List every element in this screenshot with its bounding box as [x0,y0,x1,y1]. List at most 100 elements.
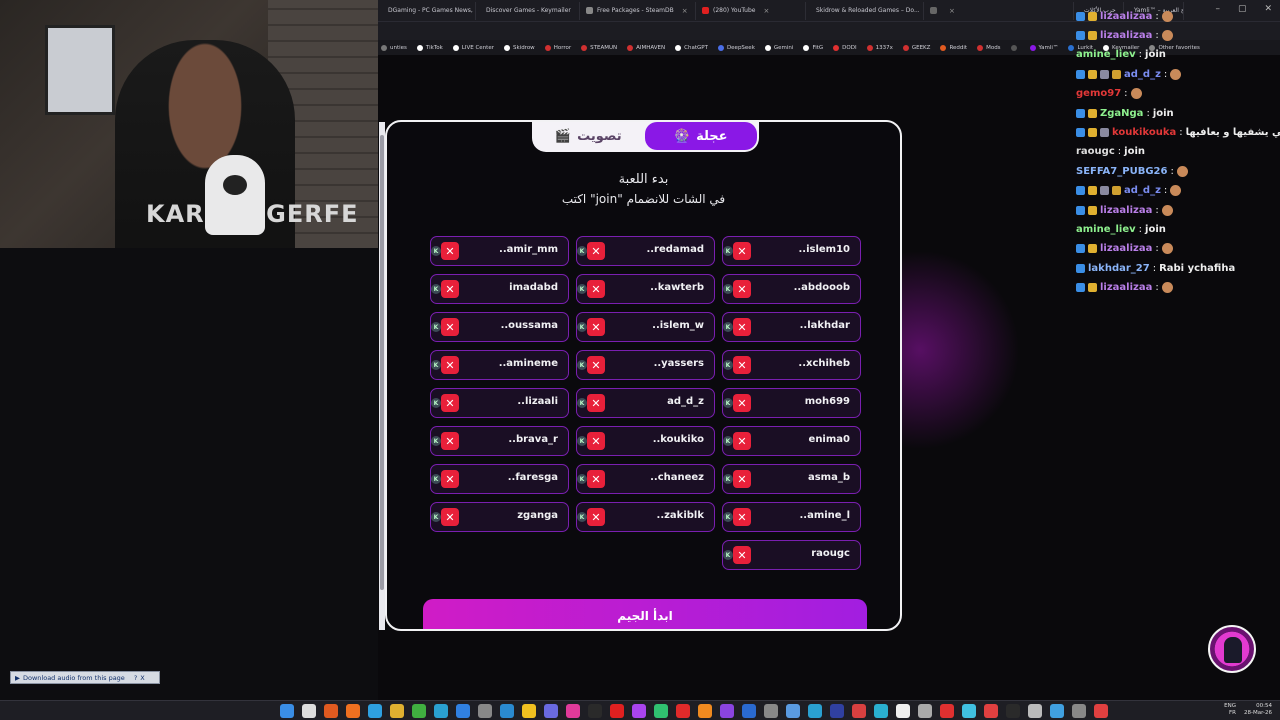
taskbar-app-icon[interactable] [896,704,910,718]
chat-username[interactable]: lakhdar_27 [1088,263,1150,274]
remove-player-button[interactable]: ✕ [587,508,605,526]
taskbar-app-icon[interactable] [1072,704,1086,718]
chat-username[interactable]: lizaalizaa [1100,30,1152,41]
browser-tab[interactable]: (280) YouTube × [696,1,806,20]
chat-username[interactable]: lizaalizaa [1100,205,1152,216]
remove-player-button[interactable]: ✕ [733,356,751,374]
taskbar-app-icon[interactable] [346,704,360,718]
remove-player-button[interactable]: ✕ [587,280,605,298]
browser-tab[interactable]: × [924,1,1074,20]
taskbar-app-icon[interactable] [324,704,338,718]
taskbar-app-icon[interactable] [852,704,866,718]
start-game-button[interactable]: ابدأ الجيم [423,599,867,629]
browser-tab[interactable]: DGaming - PC Games News, S...× [378,1,476,20]
chat-username[interactable]: amine_liev [1076,49,1136,60]
remove-player-button[interactable]: ✕ [733,280,751,298]
taskbar-app-icon[interactable] [1006,704,1020,718]
chat-username[interactable]: raougc [1076,146,1115,157]
taskbar-app-icon[interactable] [632,704,646,718]
taskbar-app-icon[interactable] [830,704,844,718]
taskbar-app-icon[interactable] [874,704,888,718]
bookmark-item[interactable]: Reddit [940,44,967,51]
remove-player-button[interactable]: ✕ [441,432,459,450]
tab-close-icon[interactable]: × [949,7,955,15]
bookmark-item[interactable]: AIMHAVEN [627,44,665,51]
taskbar-app-icon[interactable] [390,704,404,718]
tab-close-icon[interactable]: × [763,7,769,15]
taskbar-app-icon[interactable] [654,704,668,718]
bookmark-item[interactable]: Gemini [764,44,793,51]
taskbar-app-icon[interactable] [808,704,822,718]
taskbar-app-icon[interactable] [368,704,382,718]
taskbar-app-icon[interactable] [500,704,514,718]
taskbar-app-icon[interactable] [962,704,976,718]
taskbar-app-icon[interactable] [1050,704,1064,718]
bookmark-item[interactable]: Horror [544,44,571,51]
taskbar-app-icon[interactable] [742,704,756,718]
chat-username[interactable]: SEFFA7_PUBG26 [1076,166,1167,177]
remove-player-button[interactable]: ✕ [587,356,605,374]
chat-username[interactable]: ad_d_z [1124,69,1161,80]
remove-player-button[interactable]: ✕ [441,470,459,488]
bookmark-item[interactable]: LIVE Center [452,44,494,51]
browser-tab[interactable]: Skidrow & Reloaded Games – Do...× [806,1,924,20]
remove-player-button[interactable]: ✕ [441,318,459,336]
taskbar-app-icon[interactable] [764,704,778,718]
chat-username[interactable]: ad_d_z [1124,185,1161,196]
download-audio-bar[interactable]: ▶ Download audio from this page ? X [10,671,160,684]
browser-tab[interactable]: Free Packages - SteamDB × [580,1,696,20]
remove-player-button[interactable]: ✕ [441,508,459,526]
chat-username[interactable]: ZgaNga [1100,108,1143,119]
tab-vote[interactable]: 🎬 تصويت [532,122,645,150]
scrollbar-thumb[interactable] [380,135,384,590]
taskbar-app-icon[interactable] [412,704,426,718]
taskbar-app-icon[interactable] [720,704,734,718]
taskbar-app-icon[interactable] [786,704,800,718]
taskbar-app-icon[interactable] [456,704,470,718]
remove-player-button[interactable]: ✕ [733,508,751,526]
bookmark-item[interactable] [1010,44,1020,51]
bookmark-item[interactable]: Yamli™ [1029,44,1058,51]
browser-tab[interactable]: Discover Games - Keymailer× [476,1,580,20]
remove-player-button[interactable]: ✕ [733,470,751,488]
bookmark-item[interactable]: DeepSeek [717,44,755,51]
taskbar-app-icon[interactable] [1094,704,1108,718]
remove-player-button[interactable]: ✕ [733,394,751,412]
chat-username[interactable]: gemo97 [1076,88,1121,99]
remove-player-button[interactable]: ✕ [587,470,605,488]
taskbar-app-icon[interactable] [280,704,294,718]
remove-player-button[interactable]: ✕ [733,432,751,450]
taskbar-app-icon[interactable] [940,704,954,718]
taskbar-app-icon[interactable] [698,704,712,718]
remove-player-button[interactable]: ✕ [587,432,605,450]
remove-player-button[interactable]: ✕ [733,318,751,336]
remove-player-button[interactable]: ✕ [441,394,459,412]
bookmark-item[interactable]: STEAMUN [581,44,617,51]
bookmark-item[interactable]: 1337x [866,44,893,51]
taskbar-app-icon[interactable] [302,704,316,718]
taskbar-app-icon[interactable] [588,704,602,718]
taskbar-app-icon[interactable] [984,704,998,718]
taskbar-app-icon[interactable] [522,704,536,718]
taskbar-app-icon[interactable] [478,704,492,718]
chat-username[interactable]: amine_liev [1076,224,1136,235]
taskbar-app-icon[interactable] [1028,704,1042,718]
taskbar-app-icon[interactable] [676,704,690,718]
bookmark-item[interactable]: unties [381,44,407,51]
remove-player-button[interactable]: ✕ [441,280,459,298]
clock[interactable]: 00:54 28-Mar-26 [1244,703,1272,717]
remove-player-button[interactable]: ✕ [587,318,605,336]
remove-player-button[interactable]: ✕ [587,242,605,260]
taskbar-app-icon[interactable] [610,704,624,718]
download-audio-link[interactable]: Download audio from this page [23,674,125,682]
bookmark-item[interactable]: ChatGPT [675,44,708,51]
remove-player-button[interactable]: ✕ [733,242,751,260]
chat-username[interactable]: lizaalizaa [1100,282,1152,293]
chat-username[interactable]: koukikouka [1112,127,1176,138]
taskbar-app-icon[interactable] [566,704,580,718]
remove-player-button[interactable]: ✕ [733,546,751,564]
remove-player-button[interactable]: ✕ [441,356,459,374]
taskbar-app-icon[interactable] [434,704,448,718]
bookmark-item[interactable]: Skidrow [503,44,535,51]
remove-player-button[interactable]: ✕ [587,394,605,412]
